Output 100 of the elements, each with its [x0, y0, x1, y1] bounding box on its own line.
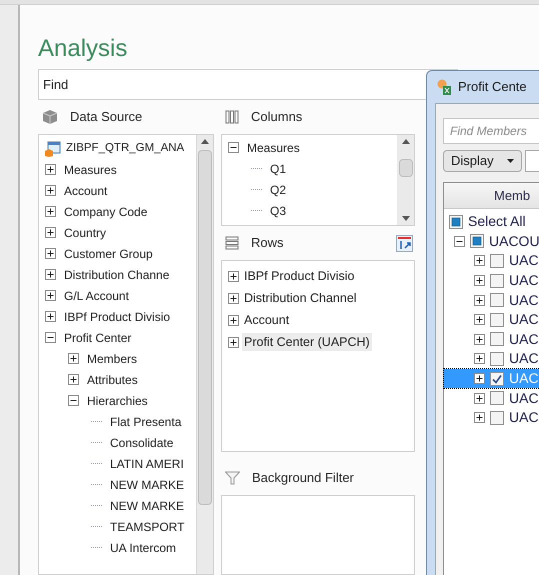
- checkbox[interactable]: [490, 372, 504, 386]
- tree-item[interactable]: Attributes: [87, 370, 138, 388]
- cube-table-icon: [45, 140, 61, 156]
- member-row[interactable]: UAC: [444, 408, 539, 428]
- expand-icon[interactable]: [474, 275, 485, 286]
- expand-icon[interactable]: [228, 270, 239, 282]
- tree-item[interactable]: Profit Center: [64, 328, 132, 346]
- expand-icon[interactable]: [45, 185, 56, 196]
- member-row[interactable]: UACOU: [444, 232, 539, 252]
- checkbox[interactable]: [470, 234, 484, 248]
- tree-item[interactable]: Distribution Channe: [64, 266, 170, 284]
- checkbox[interactable]: [490, 254, 504, 268]
- checkbox[interactable]: [490, 332, 504, 346]
- tree-item[interactable]: Members: [87, 350, 138, 368]
- expand-icon[interactable]: [474, 255, 485, 266]
- section-title: Background Filter: [252, 469, 355, 488]
- collapse-icon[interactable]: [454, 236, 465, 247]
- expand-icon[interactable]: [45, 206, 56, 217]
- find-members-field[interactable]: Find Members: [443, 118, 539, 144]
- tree-item[interactable]: IBPf Product Divisio: [64, 308, 170, 326]
- up-arrow-icon[interactable]: [402, 139, 410, 144]
- member-row[interactable]: Select All: [444, 212, 539, 232]
- checkbox[interactable]: [490, 391, 504, 406]
- data-source-name[interactable]: ZIBPF_QTR_GM_ANA: [66, 140, 184, 158]
- row-field[interactable]: Profit Center (UAPCH): [242, 332, 372, 352]
- collapse-icon[interactable]: [68, 395, 79, 406]
- member-label: UAC: [509, 408, 539, 428]
- checkbox[interactable]: [449, 214, 463, 229]
- member-row[interactable]: UAC: [444, 388, 539, 408]
- tree-item[interactable]: LATIN AMERI: [110, 454, 184, 472]
- expand-icon[interactable]: [45, 311, 56, 322]
- pane-title: Analysis: [38, 34, 128, 64]
- scrollbar[interactable]: [397, 135, 414, 225]
- tree-item[interactable]: Flat Presenta: [110, 412, 182, 430]
- expand-icon[interactable]: [474, 392, 485, 404]
- columns-icon: [225, 110, 239, 124]
- member-row[interactable]: UAC: [444, 251, 539, 271]
- swap-icon[interactable]: [396, 234, 413, 252]
- tree-item[interactable]: Country: [64, 224, 106, 242]
- expand-icon[interactable]: [45, 164, 56, 175]
- expand-icon[interactable]: [45, 269, 56, 280]
- expand-icon[interactable]: [474, 294, 485, 306]
- section-title: Columns: [251, 108, 304, 126]
- tree-item[interactable]: Hierarchies: [87, 392, 148, 410]
- row-field[interactable]: Account: [242, 310, 292, 330]
- expand-icon[interactable]: [474, 314, 485, 326]
- view-field[interactable]: [524, 150, 539, 172]
- tree-item[interactable]: NEW MARKE: [110, 496, 184, 514]
- checkbox[interactable]: [490, 293, 504, 308]
- member-row[interactable]: UAC: [444, 349, 539, 369]
- column-header[interactable]: Memb: [444, 183, 539, 209]
- expand-icon[interactable]: [474, 412, 485, 424]
- find-field[interactable]: Find: [38, 69, 458, 100]
- expand-icon[interactable]: [45, 248, 56, 259]
- tree-item[interactable]: Q2: [270, 180, 286, 198]
- tree-item[interactable]: Measures: [247, 138, 300, 156]
- display-dropdown[interactable]: Display: [443, 150, 522, 172]
- collapse-icon[interactable]: [45, 332, 56, 343]
- scroll-thumb[interactable]: [398, 159, 412, 177]
- member-row[interactable]: UAC: [444, 290, 539, 310]
- down-arrow-icon[interactable]: [402, 216, 410, 221]
- expand-icon[interactable]: [228, 314, 239, 326]
- member-label: UAC: [509, 271, 539, 290]
- member-label: UAC: [509, 388, 539, 408]
- member-row[interactable]: UAC: [444, 310, 539, 330]
- expand-icon[interactable]: [228, 292, 239, 304]
- expand-icon[interactable]: [474, 353, 485, 364]
- app-icon: [436, 79, 452, 95]
- member-row[interactable]: UAC: [444, 330, 539, 350]
- section-title: Rows: [251, 234, 285, 252]
- expand-icon[interactable]: [68, 353, 79, 364]
- tree-item[interactable]: Account: [64, 182, 108, 200]
- expand-icon[interactable]: [45, 227, 56, 238]
- row-field[interactable]: Distribution Channel: [242, 288, 359, 308]
- expand-icon[interactable]: [45, 290, 56, 301]
- checkbox[interactable]: [490, 352, 504, 366]
- tree-item[interactable]: Company Code: [64, 202, 148, 220]
- up-arrow-icon[interactable]: [201, 139, 209, 144]
- tree-item[interactable]: Q1: [270, 160, 286, 178]
- tree-item[interactable]: NEW MARKE: [110, 476, 184, 494]
- section-title: Data Source: [70, 108, 144, 126]
- member-row[interactable]: UAC: [444, 270, 539, 290]
- tree-item[interactable]: Measures: [64, 160, 117, 178]
- checkbox[interactable]: [490, 274, 504, 288]
- collapse-icon[interactable]: [228, 142, 239, 153]
- scrollbar[interactable]: [196, 135, 213, 574]
- tree-item[interactable]: TEAMSPORT: [110, 518, 184, 536]
- checkbox[interactable]: [490, 312, 504, 327]
- checkbox[interactable]: [490, 410, 504, 425]
- row-field[interactable]: IBPf Product Divisio: [242, 266, 356, 286]
- tree-item[interactable]: Q3: [270, 202, 286, 220]
- expand-icon[interactable]: [474, 334, 485, 345]
- tree-item[interactable]: Customer Group: [64, 244, 153, 262]
- scroll-thumb[interactable]: [198, 150, 212, 505]
- tree-item[interactable]: G/L Account: [64, 286, 129, 304]
- tree-item[interactable]: UA Intercom: [110, 538, 176, 556]
- expand-icon[interactable]: [228, 336, 239, 348]
- tree-item[interactable]: Consolidate: [110, 434, 174, 452]
- expand-icon[interactable]: [474, 373, 485, 384]
- expand-icon[interactable]: [68, 374, 79, 385]
